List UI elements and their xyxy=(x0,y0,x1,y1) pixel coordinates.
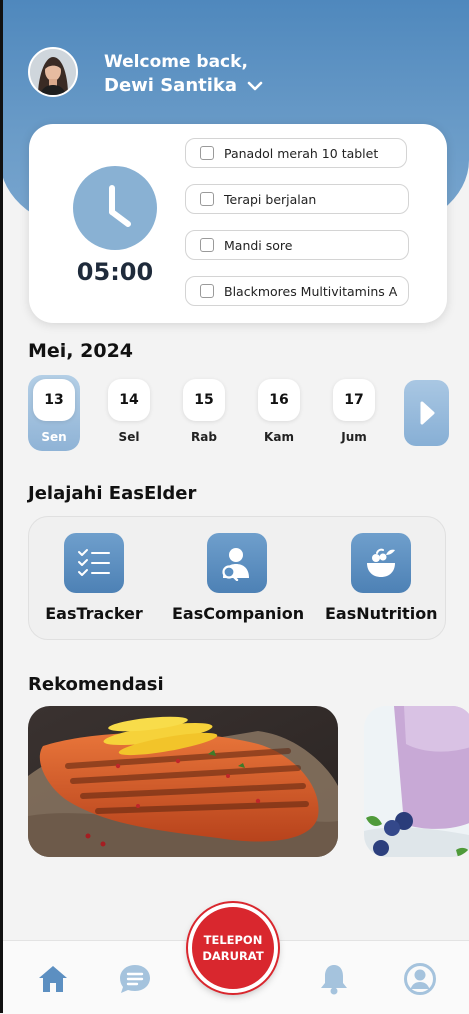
explore-panel: EasTracker EasCompanion EasNutrition xyxy=(28,516,446,640)
recommendation-card[interactable] xyxy=(28,706,338,857)
chevron-right-icon xyxy=(420,401,434,425)
explore-title: Jelajahi EasElder xyxy=(28,483,197,504)
home-icon[interactable] xyxy=(36,962,70,996)
emergency-label-line2: DARURAT xyxy=(202,949,264,963)
day-selector-item[interactable]: 13 Sen xyxy=(28,375,80,451)
bell-icon[interactable] xyxy=(317,962,351,996)
schedule-time: 05:00 xyxy=(76,258,154,286)
day-name: Sel xyxy=(118,430,140,444)
user-name: Dewi Santika xyxy=(104,75,238,96)
screen-edge xyxy=(0,0,3,1013)
month-title: Mei, 2024 xyxy=(28,340,134,362)
day-name: Rab xyxy=(191,430,217,444)
recommendation-card[interactable] xyxy=(364,706,469,857)
task-checkbox[interactable] xyxy=(200,192,214,206)
day-number: 15 xyxy=(183,379,225,421)
next-days-button[interactable] xyxy=(404,380,449,446)
feature-eascompanion[interactable]: EasCompanion xyxy=(172,533,305,623)
feature-label: EasNutrition xyxy=(325,604,438,623)
day-number: 13 xyxy=(33,379,75,421)
avatar[interactable] xyxy=(28,47,78,97)
task-item[interactable]: Terapi berjalan xyxy=(185,184,409,214)
task-label: Blackmores Multivitamins A xyxy=(224,283,398,299)
task-checkbox[interactable] xyxy=(200,284,214,298)
grilled-salmon-image xyxy=(28,706,338,857)
companion-icon xyxy=(207,533,267,593)
task-label: Mandi sore xyxy=(224,237,293,253)
task-label: Terapi berjalan xyxy=(224,191,317,207)
chevron-down-icon xyxy=(247,81,263,90)
feature-eastracker[interactable]: EasTracker xyxy=(45,533,143,623)
task-label: Panadol merah 10 tablet xyxy=(224,145,379,161)
emergency-label-line1: TELEPON xyxy=(203,933,263,947)
day-selector-item[interactable]: 14 Sel xyxy=(103,375,155,451)
day-name: Jum xyxy=(341,430,367,444)
food-bowl-icon xyxy=(351,533,411,593)
day-number: 14 xyxy=(108,379,150,421)
day-name: Kam xyxy=(264,430,294,444)
user-photo-icon xyxy=(30,49,76,95)
checklist-icon xyxy=(64,533,124,593)
feature-label: EasCompanion xyxy=(172,604,305,623)
day-name: Sen xyxy=(41,430,67,444)
clock-icon xyxy=(73,166,157,250)
task-item[interactable]: Panadol merah 10 tablet xyxy=(185,138,407,168)
day-selector-item[interactable]: 15 Rab xyxy=(178,375,230,451)
feature-label: EasTracker xyxy=(45,604,143,623)
profile-icon[interactable] xyxy=(403,962,437,996)
task-item[interactable]: Mandi sore xyxy=(185,230,409,260)
day-number: 16 xyxy=(258,379,300,421)
task-item[interactable]: Blackmores Multivitamins A xyxy=(185,276,409,306)
emergency-call-button[interactable]: TELEPON DARURAT xyxy=(188,903,278,993)
task-checkbox[interactable] xyxy=(200,238,214,252)
schedule-card: 05:00 Panadol merah 10 tablet Terapi ber… xyxy=(29,124,447,323)
day-number: 17 xyxy=(333,379,375,421)
user-name-dropdown[interactable]: Dewi Santika xyxy=(104,75,263,96)
smoothie-blueberry-image xyxy=(364,706,469,857)
task-checkbox[interactable] xyxy=(200,146,214,160)
feature-easnutrition[interactable]: EasNutrition xyxy=(325,533,438,623)
welcome-text: Welcome back, xyxy=(104,52,248,72)
day-selector-item[interactable]: 17 Jum xyxy=(328,375,380,451)
day-selector-item[interactable]: 16 Kam xyxy=(253,375,305,451)
recommendation-title: Rekomendasi xyxy=(28,674,164,695)
chat-icon[interactable] xyxy=(118,962,152,996)
